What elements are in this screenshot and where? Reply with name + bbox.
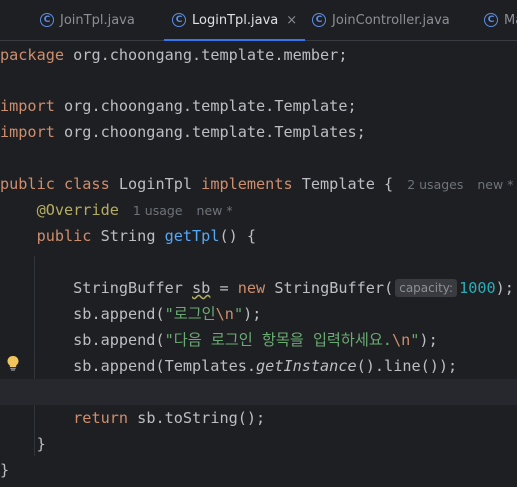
code-line-6: public class LoginTpl implements Templat… [0,175,514,193]
tab-logintpl[interactable]: C LoginTpl.java × [163,0,306,41]
class-icon: C [40,13,54,27]
lightbulb-icon[interactable] [6,355,20,371]
code-line-14-current[interactable] [0,379,517,405]
tab-label: LoginTpl.java [192,12,279,28]
parameter-hint: capacity: [395,279,458,297]
code-line-3: import org.choongang.template.Template; [0,97,357,115]
code-editor[interactable]: package org.choongang.template.member; i… [0,41,517,487]
usages-hint[interactable]: 1 usage [133,203,183,218]
code-line-4: import org.choongang.template.Templates; [0,123,366,141]
tab-ma[interactable]: C Ma [484,0,517,40]
author-hint[interactable]: new * [477,177,513,192]
class-icon: C [484,13,498,27]
author-hint[interactable]: new * [197,203,233,218]
tab-label: JoinTpl.java [60,12,135,28]
code-line-17: } [0,461,10,479]
usages-hint[interactable]: 2 usages [407,177,463,192]
code-line-1: package org.choongang.template.member; [0,46,348,64]
tab-joincontroller[interactable]: C JoinController.java [312,0,450,40]
tab-label: JoinController.java [332,12,450,28]
class-icon: C [172,13,186,27]
code-line-8: public String getTpl() { [36,227,257,245]
tab-label: Ma [504,12,517,28]
code-line-16: } [36,435,46,453]
code-line-15: return sb.toString(); [73,409,266,427]
code-line-13: sb.append(Templates.getInstance().line()… [73,357,458,375]
close-icon[interactable]: × [286,13,297,28]
code-line-11: sb.append("로그인\n"); [73,305,262,323]
tab-jointpl[interactable]: C JoinTpl.java [40,0,135,40]
editor-tab-bar: C JoinTpl.java C LoginTpl.java × C JoinC… [0,0,517,41]
code-line-7: @Override 1 usage new * [36,201,233,219]
code-line-12: sb.append("다음 로그인 항목을 입력하세요.\n"); [73,331,438,349]
code-line-10: StringBuffer sb = new StringBuffer(capac… [73,279,514,297]
class-icon: C [312,13,326,27]
